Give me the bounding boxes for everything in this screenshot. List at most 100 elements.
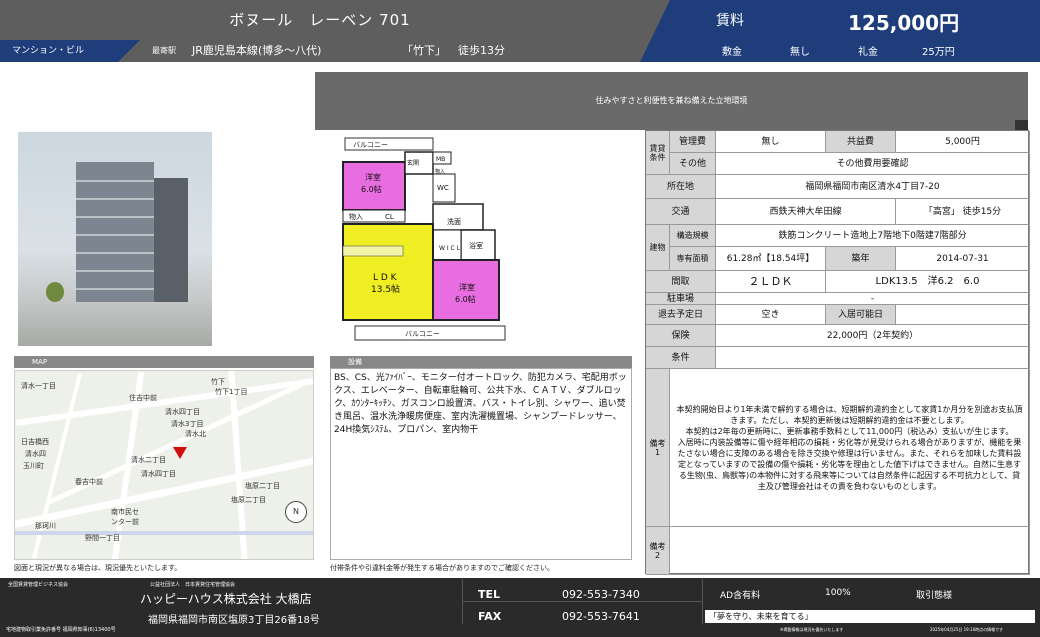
other-label: その他 [670, 153, 716, 175]
equipment-note: 付帯条件や引違料金等が発生する場合がありますのでご確認ください。 [330, 564, 554, 572]
key-money-value: 25万円 [922, 47, 955, 58]
catchphrase-banner: 住みやすさと利便性を兼ね備えた立地環境 [315, 72, 1028, 130]
fp-wcl: W I C L [439, 245, 461, 252]
movein-value: 空き [716, 305, 826, 325]
station-row: 最寄駅 JR鹿児島本線(博多～八代) 「竹下」 徒歩13分 [118, 40, 640, 62]
fp-entrance: 玄関 [407, 159, 419, 167]
map-tab: MAP [14, 356, 314, 368]
building-shape [76, 162, 154, 302]
fax-number: 092-553-7641 [562, 610, 640, 623]
map-note: 図面と現況が異なる場合は、現況優先といたします。 [14, 564, 182, 572]
remarks2-value [670, 527, 1030, 575]
footer-note: ※掲載情報は現況を優先いたします [780, 627, 844, 632]
fp-mb: MB [436, 156, 445, 163]
property-details-table: 賃貸条件 管理費 無し 共益費 5,000円 その他 その他費用要確認 所在地 … [645, 130, 1030, 575]
layout-value: ２ＬＤＫ [716, 271, 826, 293]
tel-label: TEL [478, 588, 501, 601]
movein-label: 退去予定日 [646, 305, 716, 325]
area-label: 専有面積 [670, 247, 716, 271]
parking-label: 駐車場 [646, 293, 716, 305]
fp-room1-size: 6.0帖 [361, 184, 382, 194]
map-label: 清水一丁目 [21, 382, 56, 390]
area-map[interactable]: 竹下 清水一丁目 竹下1丁目 住吉中前 清水四丁目 清水3丁目 清水北 日吉橋西… [14, 370, 314, 560]
map-label: 塩原二丁目 [245, 482, 280, 490]
map-label: 清水二丁目 [131, 456, 166, 464]
station-walk: 徒歩13分 [458, 44, 505, 57]
fp-balcony-top: バルコニー [353, 141, 388, 149]
terms-value [716, 347, 1030, 369]
built-value: 2014-07-31 [896, 247, 1030, 271]
common-fee-label: 共益費 [826, 131, 896, 153]
fp-closet1: 物入 [349, 212, 363, 221]
ad-fee-label: AD含有料 [720, 591, 761, 601]
fp-cl: CL [385, 213, 394, 221]
traffic-station: 「高宮」 徒歩15分 [896, 199, 1030, 225]
map-label: ンター前 [111, 518, 139, 526]
common-fee-value: 5,000円 [896, 131, 1030, 153]
mgmt-value: 無し [716, 131, 826, 153]
mgmt-label: 管理費 [670, 131, 716, 153]
header-bar: ボヌール レーベン 701 マンション・ビル 最寄駅 JR鹿児島本線(博多～八代… [0, 0, 1040, 62]
remarks2-label: 備考2 [646, 527, 670, 575]
rent-label: 賃料 [716, 13, 744, 29]
fp-ldk: L D K [373, 273, 398, 283]
layout-detail: LDK13.5 洋6.2 6.0 [826, 271, 1030, 293]
fp-ldk-size: 13.5帖 [371, 283, 400, 295]
ad-fee-value: 100% [825, 588, 851, 598]
station-line: JR鹿児島本線(博多～八代) [192, 44, 322, 57]
building-label: 建物 [646, 225, 670, 271]
map-label: 日吉橋西 [21, 438, 49, 446]
compass-icon: N [285, 501, 307, 523]
map-label: 那珂川 [35, 522, 56, 530]
map-label: 玉川町 [23, 462, 44, 470]
tree-shape [46, 282, 64, 302]
fp-balcony-bottom: バルコニー [405, 330, 440, 338]
company-name: ハッピーハウス株式会社 大橋店 [140, 592, 312, 606]
map-label: 清水北 [185, 430, 206, 438]
map-label: 塩原二丁目 [231, 496, 266, 504]
address-value: 福岡県福岡市南区清水4丁目7-20 [716, 175, 1030, 199]
company-address: 福岡県福岡市南区塩原3丁目26番18号 [148, 615, 320, 626]
title-bar: ボヌール レーベン 701 [0, 0, 640, 40]
map-label: 住吉中前 [129, 394, 157, 402]
building-side-shape [154, 178, 188, 302]
map-label: 清水四丁目 [165, 408, 200, 416]
floorplan: バルコニー 洋室 6.0帖 玄関 MB 物入 WC 物入 CL 洗面 浴室 W … [335, 132, 513, 346]
map-label: 清水四 [25, 450, 46, 458]
traffic-line: 西鉄天神大牟田線 [716, 199, 896, 225]
price-panel: 賃料 125,000円 敷金 無し 礼金 25万円 [640, 0, 1040, 62]
company-motto: 「夢を守り、未来を育てる」 [705, 610, 1035, 623]
structure-value: 鉄筋コンクリート造地上7階地下0階建7階部分 [716, 225, 1030, 247]
station-label: 最寄駅 [152, 46, 176, 55]
license-number: 宅地建物取引業免許番号 福岡県知事(6)13400号 [6, 627, 116, 633]
layout-label: 間取 [646, 271, 716, 293]
map-label: 野間一丁目 [85, 534, 120, 542]
association-2: 公益社団法人 日本賃貸住宅管理協会 [150, 582, 236, 588]
remarks1-label: 備考1 [646, 369, 670, 527]
traffic-label: 交通 [646, 199, 716, 225]
association-1: 全国賃貸管理ビジネス協会 [8, 582, 69, 588]
fp-room1: 洋室 [365, 172, 381, 182]
map-label: 南市民セ [111, 508, 139, 516]
property-pin-icon [173, 447, 187, 459]
area-value: 61.28㎡【18.54坪】 [716, 247, 826, 271]
fp-bath: 浴室 [469, 241, 483, 250]
terms-label: 条件 [646, 347, 716, 369]
available-value [896, 305, 1030, 325]
map-label: 春吉中前 [75, 478, 103, 486]
footer: 全国賃貸管理ビジネス協会 公益社団法人 日本賃貸住宅管理協会 ハッピーハウス株式… [0, 578, 1040, 637]
property-title: ボヌール レーベン 701 [229, 11, 411, 29]
address-label: 所在地 [646, 175, 716, 199]
equipment-list: BS、CS、光ﾌｧｲﾊﾞｰ、モニター付オートロック、防犯カメラ、宅配用ボックス、… [330, 368, 632, 560]
fp-room2-size: 6.0帖 [455, 294, 476, 304]
fp-washroom: 洗面 [447, 217, 461, 226]
transaction-type: 取引態様 [916, 591, 953, 601]
map-label: 竹下1丁目 [215, 388, 248, 396]
available-label: 入居可能日 [826, 305, 896, 325]
fp-room2: 洋室 [459, 282, 475, 292]
key-money-label: 礼金 [858, 47, 878, 58]
deposit-label: 敷金 [722, 47, 742, 58]
building-photo [18, 132, 212, 346]
built-label: 築年 [826, 247, 896, 271]
tel-number[interactable]: 092-553-7340 [562, 588, 640, 601]
